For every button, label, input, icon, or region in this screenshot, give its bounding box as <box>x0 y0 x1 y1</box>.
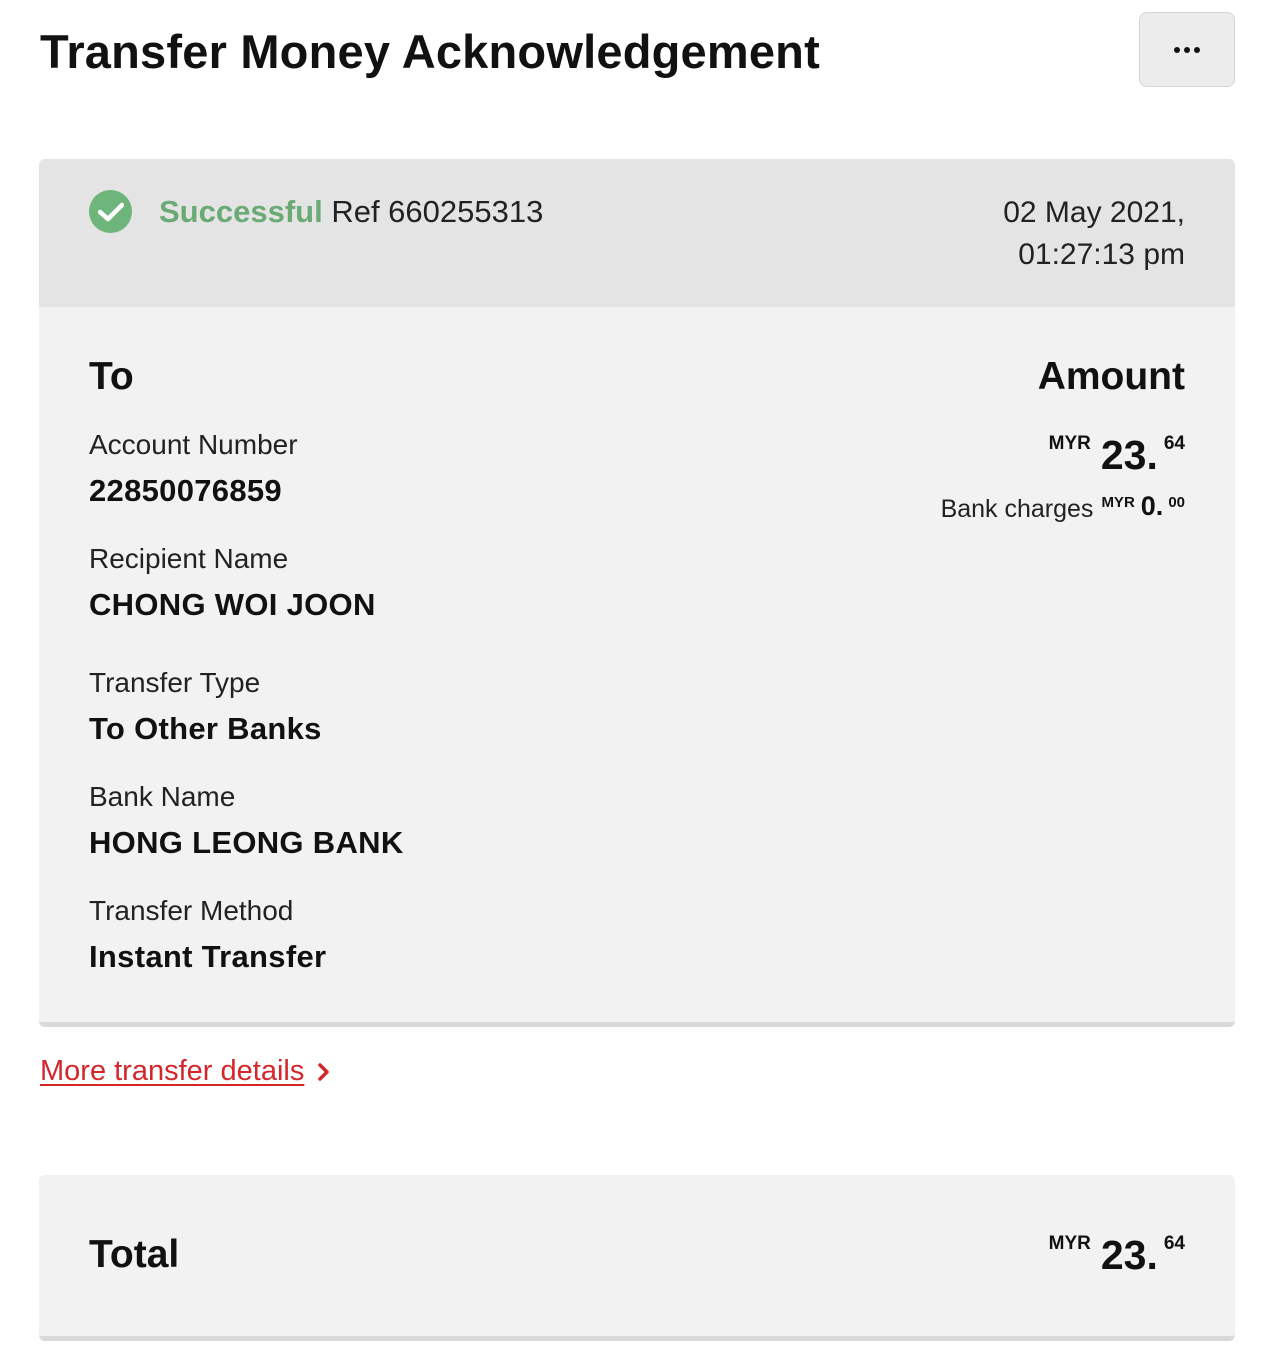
total-card: Total MYR 23. 64 <box>39 1175 1235 1341</box>
total-integer: 23. <box>1100 1232 1158 1278</box>
bank-charges-currency: MYR <box>1101 494 1135 511</box>
bank-name-label: Bank Name <box>89 781 236 812</box>
more-options-button[interactable] <box>1139 12 1235 87</box>
total-amount: MYR 23. 64 <box>1049 1231 1185 1276</box>
transaction-time: 01:27:13 pm <box>1018 238 1185 271</box>
to-heading: To <box>89 355 134 398</box>
amount-integer: 23. <box>1100 432 1158 478</box>
chevron-right-icon <box>318 1062 330 1087</box>
page-title: Transfer Money Acknowledgement <box>40 25 820 78</box>
account-number-value: 22850076859 <box>89 473 282 508</box>
more-transfer-details-link[interactable]: More transfer details <box>40 1055 330 1088</box>
total-decimal: 64 <box>1163 1233 1185 1254</box>
transfer-method-value: Instant Transfer <box>89 939 327 974</box>
total-currency: MYR <box>1048 1233 1091 1254</box>
transfer-method-label: Transfer Method <box>89 895 294 926</box>
bank-charges: Bank charges MYR 0. 00 <box>941 489 1185 524</box>
amount-value: MYR 23. 64 <box>1049 431 1185 476</box>
amount-decimal: 64 <box>1163 433 1185 454</box>
status-line: Successful Ref 660255313 <box>159 194 543 230</box>
recipient-name-value: CHONG WOI JOON <box>89 587 376 622</box>
more-horizontal-icon <box>1174 46 1200 53</box>
account-number-label: Account Number <box>89 429 298 460</box>
reference-number: Ref 660255313 <box>331 194 544 229</box>
bank-charges-label: Bank charges <box>940 495 1094 523</box>
status-bar: Successful Ref 660255313 02 May 2021, 01… <box>39 159 1235 307</box>
more-transfer-details-label: More transfer details <box>40 1055 305 1087</box>
status-text: Successful <box>159 194 323 229</box>
bank-name-value: HONG LEONG BANK <box>89 825 404 860</box>
bank-charges-integer: 0. <box>1140 491 1164 521</box>
transaction-date: 02 May 2021, <box>1003 196 1185 229</box>
bank-charges-decimal: 00 <box>1168 494 1185 511</box>
check-circle-icon <box>89 190 132 233</box>
total-label: Total <box>89 1233 180 1276</box>
transfer-type-label: Transfer Type <box>89 667 261 698</box>
transaction-datetime: 02 May 2021, 01:27:13 pm <box>1003 192 1185 276</box>
recipient-name-label: Recipient Name <box>89 543 289 574</box>
transfer-type-value: To Other Banks <box>89 711 322 746</box>
amount-currency: MYR <box>1048 433 1091 454</box>
transfer-details-card: Successful Ref 660255313 02 May 2021, 01… <box>39 159 1235 1027</box>
amount-heading: Amount <box>1037 355 1185 398</box>
